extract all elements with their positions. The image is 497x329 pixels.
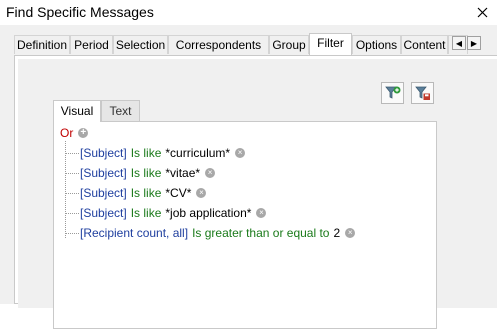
filter-save-icon xyxy=(414,86,430,100)
remove-condition-icon[interactable]: × xyxy=(205,168,216,178)
condition-field[interactable]: [Subject] xyxy=(80,206,127,220)
subtab-text[interactable]: Text xyxy=(101,100,140,121)
condition-field[interactable]: [Recipient count, all] xyxy=(80,226,188,240)
condition-row: [Subject] Is like *CV* × xyxy=(65,185,207,201)
tab-group[interactable]: Group xyxy=(269,35,309,54)
tree-branch xyxy=(65,232,79,234)
title-bar: Find Specific Messages xyxy=(0,0,497,25)
root-operator-row: Or + xyxy=(60,126,89,140)
condition-operator[interactable]: Is like xyxy=(131,146,162,160)
condition-operator[interactable]: Is like xyxy=(131,206,162,220)
save-filter-button[interactable] xyxy=(411,82,434,104)
condition-value[interactable]: 2 xyxy=(333,226,340,240)
condition-row: [Recipient count, all] Is greater than o… xyxy=(65,225,356,241)
root-operator[interactable]: Or xyxy=(60,126,73,140)
condition-value[interactable]: *curriculum* xyxy=(165,146,230,160)
close-button[interactable] xyxy=(467,0,497,25)
tab-strip: Definition Period Selection Corresponden… xyxy=(14,33,497,55)
condition-operator[interactable]: Is like xyxy=(131,166,162,180)
tab-scroll-right-button[interactable]: ▶ xyxy=(467,36,481,50)
condition-operator[interactable]: Is greater than or equal to xyxy=(192,226,329,240)
tree-branch xyxy=(65,172,79,174)
condition-row: [Subject] Is like *job application* × xyxy=(65,205,267,221)
window-title: Find Specific Messages xyxy=(6,4,154,20)
condition-row: [Subject] Is like *curriculum* × xyxy=(65,145,246,161)
tree-branch xyxy=(65,192,79,194)
condition-operator[interactable]: Is like xyxy=(131,186,162,200)
remove-condition-icon[interactable]: × xyxy=(196,188,207,198)
tab-correspondents[interactable]: Correspondents xyxy=(168,35,269,54)
condition-field[interactable]: [Subject] xyxy=(80,146,127,160)
condition-value[interactable]: *job application* xyxy=(165,206,251,220)
add-condition-icon[interactable]: + xyxy=(78,128,89,138)
remove-condition-icon[interactable]: × xyxy=(345,228,356,238)
tree-branch xyxy=(65,212,79,214)
tab-filter[interactable]: Filter xyxy=(309,33,352,55)
tab-options[interactable]: Options xyxy=(352,35,401,54)
tab-period[interactable]: Period xyxy=(70,35,113,54)
condition-value[interactable]: *CV* xyxy=(165,186,191,200)
condition-field[interactable]: [Subject] xyxy=(80,186,127,200)
tab-selection[interactable]: Selection xyxy=(113,35,168,54)
condition-field[interactable]: [Subject] xyxy=(80,166,127,180)
visual-filter-editor[interactable]: Or + [Subject] Is like *curriculum* × [S… xyxy=(53,121,437,329)
close-icon xyxy=(477,7,487,18)
tree-branch xyxy=(65,152,79,154)
dialog-body: Definition Period Selection Corresponden… xyxy=(0,25,497,329)
remove-condition-icon[interactable]: × xyxy=(235,148,246,158)
tab-scroll-arrows: ◀ ▶ xyxy=(451,36,481,50)
tab-definition[interactable]: Definition xyxy=(14,35,70,54)
condition-row: [Subject] Is like *vitae* × xyxy=(65,165,216,181)
filter-add-icon xyxy=(384,86,400,99)
tab-content[interactable]: Content xyxy=(401,35,448,54)
subtab-visual[interactable]: Visual xyxy=(53,100,101,122)
condition-value[interactable]: *vitae* xyxy=(165,166,200,180)
tab-scroll-left-button[interactable]: ◀ xyxy=(452,36,466,50)
add-filter-button[interactable] xyxy=(381,82,404,104)
remove-condition-icon[interactable]: × xyxy=(256,208,267,218)
